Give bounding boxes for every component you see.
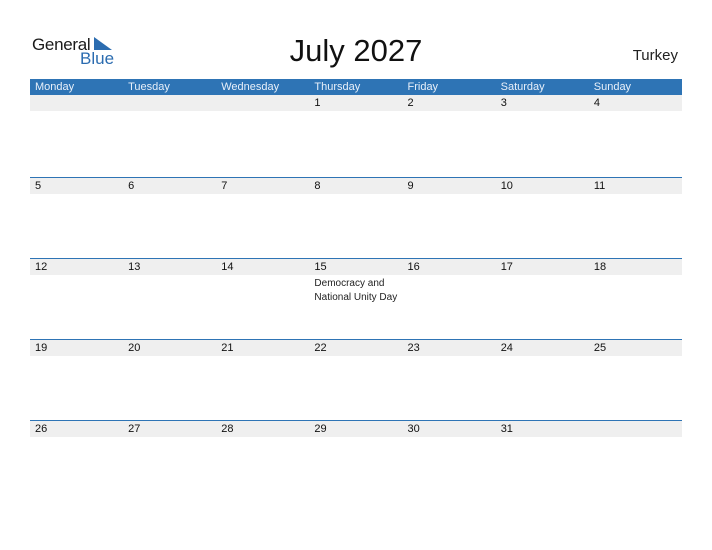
day-cell: 26 — [30, 421, 123, 502]
day-number: 8 — [314, 180, 321, 192]
day-cell: 2 — [403, 95, 496, 176]
day-cell — [30, 95, 123, 176]
day-cell: 10 — [496, 178, 589, 259]
day-number: 20 — [128, 342, 141, 354]
week-row: 19 20 21 22 23 24 25 — [30, 339, 682, 421]
day-number: 27 — [128, 423, 141, 435]
week-row: 1 2 3 4 — [30, 95, 682, 176]
day-number: 6 — [128, 180, 135, 192]
day-number: 26 — [35, 423, 48, 435]
day-cell: 30 — [403, 421, 496, 502]
day-number: 5 — [35, 180, 42, 192]
day-cell: 11 — [589, 178, 682, 259]
day-number: 25 — [593, 342, 607, 354]
day-number: 1 — [314, 97, 321, 109]
page-title: July 2027 — [289, 33, 423, 68]
weekday-sunday: Sunday — [593, 81, 632, 93]
day-number: 15 — [314, 261, 327, 273]
day-number: 18 — [593, 261, 607, 273]
day-number: 22 — [314, 342, 327, 354]
day-cell: 17 — [496, 259, 589, 340]
country-label: Turkey — [632, 47, 678, 64]
day-cell: 27 — [123, 421, 216, 502]
day-number: 9 — [407, 180, 414, 192]
weekday-wednesday: Wednesday — [221, 81, 280, 93]
day-number: 12 — [35, 261, 48, 273]
day-number: 28 — [221, 423, 234, 435]
day-number: 29 — [314, 423, 327, 435]
day-cell: 7 — [216, 178, 309, 259]
day-cell: 19 — [30, 340, 123, 421]
day-cell: 1 — [309, 95, 402, 176]
weekday-monday: Monday — [35, 81, 75, 93]
day-number: 4 — [593, 97, 600, 109]
day-cell: 3 — [496, 95, 589, 176]
day-cell — [589, 421, 682, 502]
day-cell: 9 — [403, 178, 496, 259]
day-cell: 5 — [30, 178, 123, 259]
week-row: 5 6 7 8 9 10 11 — [30, 177, 682, 259]
day-number: 13 — [128, 261, 141, 273]
day-number: 24 — [500, 342, 513, 354]
day-number: 31 — [500, 423, 513, 435]
day-number: 21 — [221, 342, 234, 354]
day-number: 11 — [593, 180, 606, 192]
day-cell: 14 — [216, 259, 309, 340]
day-cell: 29 — [309, 421, 402, 502]
day-cell: 8 — [309, 178, 402, 259]
day-cell — [123, 95, 216, 176]
day-cell — [216, 95, 309, 176]
day-number: 16 — [407, 261, 420, 273]
weekday-header: Monday Tuesday Wednesday Thursday Friday… — [30, 79, 682, 95]
day-number: 2 — [407, 97, 414, 109]
day-number: 7 — [221, 180, 228, 192]
day-cell: 12 — [30, 259, 123, 340]
day-number: 14 — [221, 261, 234, 273]
day-cell: 25 — [589, 340, 682, 421]
day-cell: 18 — [589, 259, 682, 340]
day-number: 23 — [407, 342, 420, 354]
day-cell: 4 — [589, 95, 682, 176]
day-cell: 21 — [216, 340, 309, 421]
day-number: 17 — [500, 261, 513, 273]
day-number: 19 — [35, 342, 48, 354]
day-cell: 24 — [496, 340, 589, 421]
day-number: 10 — [500, 180, 513, 192]
day-number: 30 — [407, 423, 420, 435]
weekday-saturday: Saturday — [500, 81, 545, 93]
day-cell: 22 — [309, 340, 402, 421]
day-cell: 23 — [403, 340, 496, 421]
day-cell: 6 — [123, 178, 216, 259]
day-number: 3 — [500, 97, 507, 109]
day-cell: 28 — [216, 421, 309, 502]
weekday-friday: Friday — [407, 81, 439, 93]
weekday-tuesday: Tuesday — [128, 81, 170, 93]
holiday-event: Democracy and National Unity Day — [314, 278, 398, 303]
day-cell: 15 Democracy and National Unity Day — [309, 259, 402, 340]
week-row: 26 27 28 29 30 31 — [30, 420, 682, 502]
weekday-thursday: Thursday — [314, 81, 361, 93]
day-cell: 16 — [403, 259, 496, 340]
day-cell: 31 — [496, 421, 589, 502]
day-cell: 13 — [123, 259, 216, 340]
week-row: 12 13 14 15 Democracy and National Unity Day… — [30, 258, 682, 340]
day-cell: 20 — [123, 340, 216, 421]
